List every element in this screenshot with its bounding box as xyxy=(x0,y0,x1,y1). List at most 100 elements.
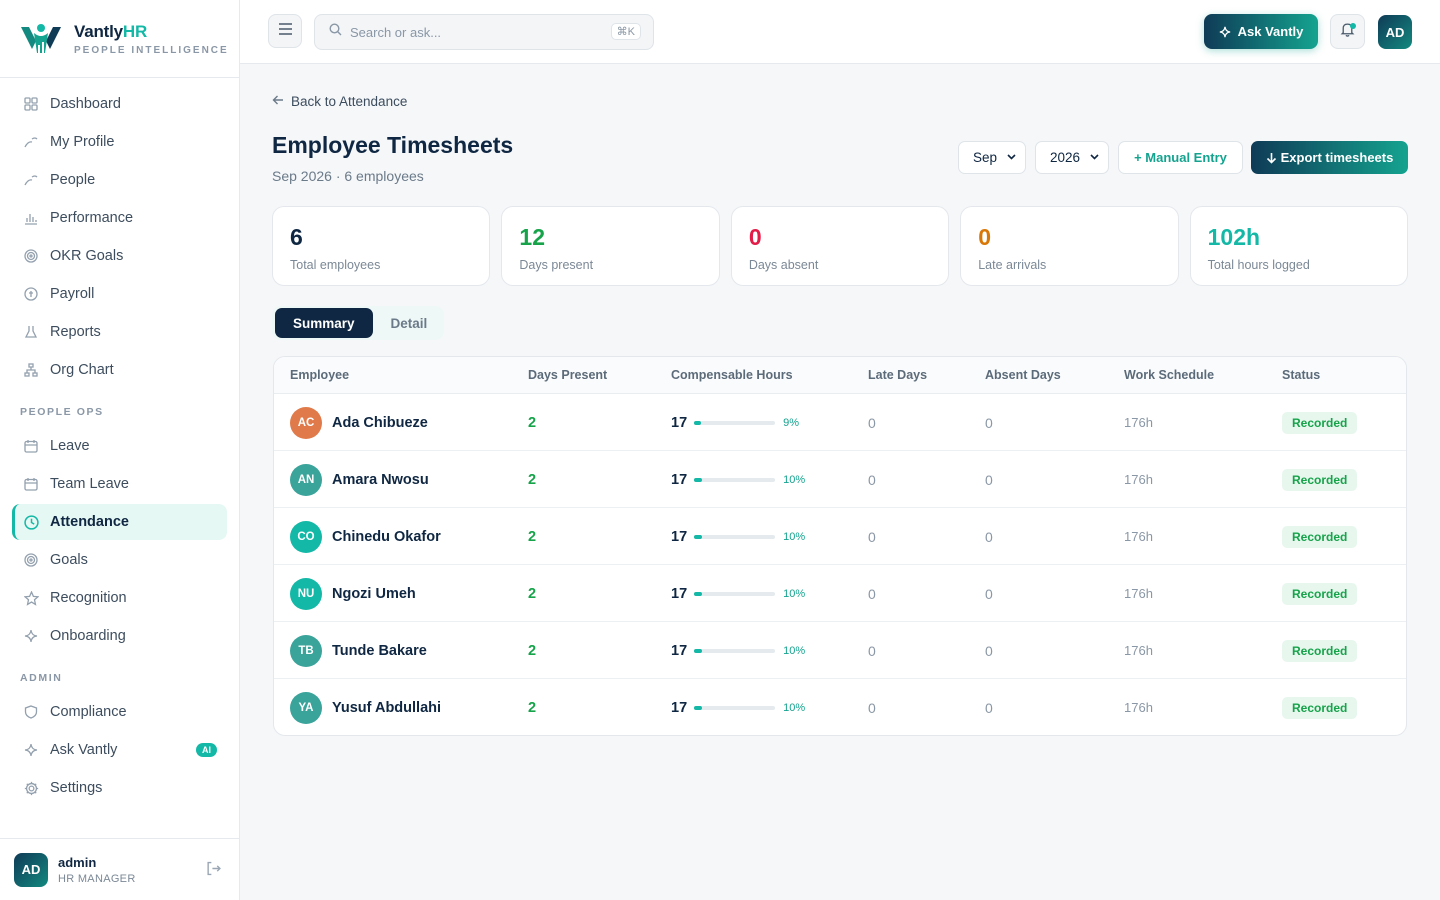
hours-progress-bar xyxy=(694,705,776,710)
late-days-value: 0 xyxy=(868,471,876,488)
hours-progress-bar xyxy=(694,534,776,539)
ai-badge: AI xyxy=(196,743,217,757)
hours-progress-bar xyxy=(694,477,776,482)
hours-percent: 9% xyxy=(783,416,800,429)
table-row[interactable]: AC Ada Chibueze 2 17 9% 0 0 176h Recorde… xyxy=(274,394,1406,451)
tab-detail[interactable]: Detail xyxy=(373,308,446,338)
calendar-icon xyxy=(23,438,39,454)
status-cell: Recorded xyxy=(1282,394,1358,451)
work-schedule-value: 176h xyxy=(1124,643,1153,658)
sidebar-item-leave[interactable]: Leave xyxy=(12,428,227,464)
column-header-days-present[interactable]: Days Present xyxy=(528,368,607,382)
ask-vantly-button[interactable]: Ask Vantly xyxy=(1204,14,1318,49)
flask-icon xyxy=(23,324,39,340)
stat-value: 0 xyxy=(748,224,762,250)
section-admin: ADMIN xyxy=(20,672,63,684)
year-value: 2026 xyxy=(1050,150,1081,165)
sidebar-user[interactable]: AD admin HR MANAGER xyxy=(0,838,239,900)
tab-summary[interactable]: Summary xyxy=(275,308,373,338)
sidebar-item-label: OKR Goals xyxy=(50,248,124,264)
employee-name[interactable]: Tunde Bakare xyxy=(332,643,427,659)
absent-days-value: 0 xyxy=(985,528,993,545)
vantly-logo-icon xyxy=(21,23,61,53)
employee-name[interactable]: Chinedu Okafor xyxy=(332,529,441,545)
table-body: AC Ada Chibueze 2 17 9% 0 0 176h Recorde… xyxy=(274,394,1406,735)
sidebar-item-okr-goals[interactable]: OKR Goals xyxy=(12,238,227,274)
bar-chart-icon xyxy=(23,210,39,226)
grid-icon xyxy=(23,96,39,112)
absent-days-value: 0 xyxy=(985,585,993,602)
table-row[interactable]: YA Yusuf Abdullahi 2 17 10% 0 0 176h Rec… xyxy=(274,679,1406,735)
month-select[interactable]: Sep xyxy=(958,141,1026,174)
notification-dot xyxy=(1350,23,1356,29)
table-row[interactable]: TB Tunde Bakare 2 17 10% 0 0 176h Record… xyxy=(274,622,1406,679)
search-bar[interactable]: ⌘K xyxy=(314,14,654,50)
compensable-hours-cell: 17 9% xyxy=(671,394,799,451)
table-row[interactable]: CO Chinedu Okafor 2 17 10% 0 0 176h Reco… xyxy=(274,508,1406,565)
late-days-value: 0 xyxy=(868,414,876,431)
sidebar-item-goals[interactable]: Goals xyxy=(12,542,227,578)
compensable-hours-cell: 17 10% xyxy=(671,565,805,622)
employee-name[interactable]: Ada Chibueze xyxy=(332,415,428,431)
search-input[interactable] xyxy=(350,24,600,40)
employee-name[interactable]: Yusuf Abdullahi xyxy=(332,700,441,716)
hours-percent: 10% xyxy=(783,644,806,657)
absent-days-value: 0 xyxy=(985,471,993,488)
employee-name[interactable]: Amara Nwosu xyxy=(332,472,429,488)
stat-label: Late arrivals xyxy=(978,258,1047,272)
logout-icon[interactable] xyxy=(206,861,221,881)
sidebar-item-payroll[interactable]: Payroll xyxy=(12,276,227,312)
sidebar-item-onboarding[interactable]: Onboarding xyxy=(12,618,227,654)
column-header-status[interactable]: Status xyxy=(1282,368,1320,382)
sidebar-item-dashboard[interactable]: Dashboard xyxy=(12,86,227,122)
hours-progress-fill xyxy=(694,648,703,653)
sidebar-item-attendance[interactable]: Attendance xyxy=(12,504,227,540)
work-schedule-value: 176h xyxy=(1124,586,1153,601)
hours-percent: 10% xyxy=(783,701,806,714)
manual-entry-button[interactable]: + Manual Entry xyxy=(1118,141,1243,174)
user-avatar[interactable]: AD xyxy=(1378,15,1412,49)
sidebar-item-reports[interactable]: Reports xyxy=(12,314,227,350)
coin-icon xyxy=(23,286,39,302)
column-header-work-schedule[interactable]: Work Schedule xyxy=(1124,368,1214,382)
year-select[interactable]: 2026 xyxy=(1035,141,1109,174)
stat-label: Days present xyxy=(519,258,594,272)
sidebar-item-label: Dashboard xyxy=(50,96,121,112)
export-timesheets-button[interactable]: Export timesheets xyxy=(1251,141,1408,174)
sidebar-item-ask-vantly[interactable]: Ask Vantly AI xyxy=(12,732,227,768)
column-header-employee[interactable]: Employee xyxy=(290,368,349,382)
notifications-button[interactable] xyxy=(1330,14,1365,49)
compensable-hours-cell: 17 10% xyxy=(671,451,805,508)
menu-button[interactable] xyxy=(268,14,302,48)
column-header-compensable-hours[interactable]: Compensable Hours xyxy=(671,368,793,382)
table-row[interactable]: AN Amara Nwosu 2 17 10% 0 0 176h Recorde… xyxy=(274,451,1406,508)
status-badge: Recorded xyxy=(1282,468,1358,491)
column-header-absent-days[interactable]: Absent Days xyxy=(985,368,1061,382)
table-row[interactable]: NU Ngozi Umeh 2 17 10% 0 0 176h Recorded xyxy=(274,565,1406,622)
employee-name[interactable]: Ngozi Umeh xyxy=(332,586,416,602)
sidebar-item-label: People xyxy=(50,172,96,188)
hours-progress-fill xyxy=(694,534,703,539)
column-header-late-days[interactable]: Late Days xyxy=(868,368,927,382)
table-header: Employee Days Present Compensable Hours … xyxy=(274,357,1406,394)
sidebar-item-settings[interactable]: Settings xyxy=(12,770,227,806)
sidebar-item-label: My Profile xyxy=(50,134,115,150)
sidebar: VantlyHR PEOPLE INTELLIGENCE Dashboard M… xyxy=(0,0,240,900)
absent-days-value: 0 xyxy=(985,642,993,659)
sidebar-item-performance[interactable]: Performance xyxy=(12,200,227,236)
hours-value: 17 xyxy=(671,528,688,545)
stats-row: 6 Total employees 12 Days present 0 Days… xyxy=(272,206,1409,286)
sidebar-item-people[interactable]: People xyxy=(12,162,227,198)
brand[interactable]: VantlyHR PEOPLE INTELLIGENCE xyxy=(0,0,239,78)
arrow-left-icon xyxy=(272,94,284,109)
hours-value: 17 xyxy=(671,699,688,716)
back-link[interactable]: Back to Attendance xyxy=(272,94,407,109)
sidebar-item-label: Settings xyxy=(50,780,103,796)
hours-progress-fill xyxy=(694,705,703,710)
sidebar-item-my-profile[interactable]: My Profile xyxy=(12,124,227,160)
sidebar-item-label: Performance xyxy=(50,210,134,226)
sidebar-item-team-leave[interactable]: Team Leave xyxy=(12,466,227,502)
sidebar-item-recognition[interactable]: Recognition xyxy=(12,580,227,616)
sidebar-item-org-chart[interactable]: Org Chart xyxy=(12,352,227,388)
sidebar-item-compliance[interactable]: Compliance xyxy=(12,694,227,730)
